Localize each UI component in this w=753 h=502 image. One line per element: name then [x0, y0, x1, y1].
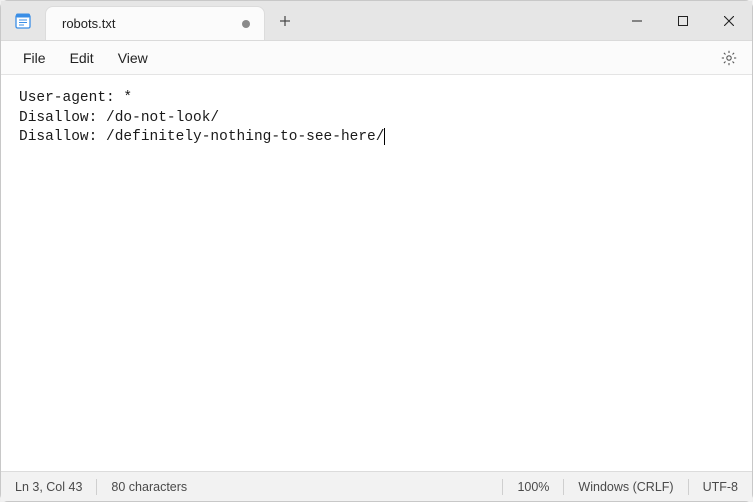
notepad-icon	[14, 12, 32, 30]
settings-button[interactable]	[714, 43, 744, 73]
tab-modified-indicator-icon	[242, 20, 250, 28]
tab-title: robots.txt	[62, 16, 232, 31]
status-position[interactable]: Ln 3, Col 43	[1, 472, 96, 501]
titlebar: robots.txt	[1, 1, 752, 41]
menu-edit[interactable]: Edit	[60, 46, 104, 70]
menubar: File Edit View	[1, 41, 752, 75]
menu-view[interactable]: View	[108, 46, 158, 70]
statusbar: Ln 3, Col 43 80 characters 100% Windows …	[1, 471, 752, 501]
new-tab-button[interactable]	[265, 1, 305, 40]
menu-file[interactable]: File	[13, 46, 56, 70]
app-icon	[1, 1, 45, 40]
minimize-icon	[632, 16, 642, 26]
text-caret-icon	[384, 128, 385, 145]
plus-icon	[279, 15, 291, 27]
status-char-count: 80 characters	[97, 472, 201, 501]
editor-line: User-agent: *	[19, 90, 132, 106]
tab-active[interactable]: robots.txt	[45, 6, 265, 40]
close-button[interactable]	[706, 1, 752, 40]
minimize-button[interactable]	[614, 1, 660, 40]
editor-line: Disallow: /definitely-nothing-to-see-her…	[19, 129, 384, 145]
maximize-icon	[678, 16, 688, 26]
window-controls	[614, 1, 752, 40]
close-icon	[724, 16, 734, 26]
maximize-button[interactable]	[660, 1, 706, 40]
gear-icon	[721, 50, 737, 66]
text-editor[interactable]: User-agent: * Disallow: /do-not-look/ Di…	[1, 75, 752, 471]
editor-line: Disallow: /do-not-look/	[19, 110, 219, 126]
status-encoding[interactable]: UTF-8	[689, 472, 752, 501]
status-zoom[interactable]: 100%	[503, 472, 563, 501]
status-line-ending[interactable]: Windows (CRLF)	[564, 472, 687, 501]
titlebar-drag-area[interactable]	[305, 1, 614, 40]
